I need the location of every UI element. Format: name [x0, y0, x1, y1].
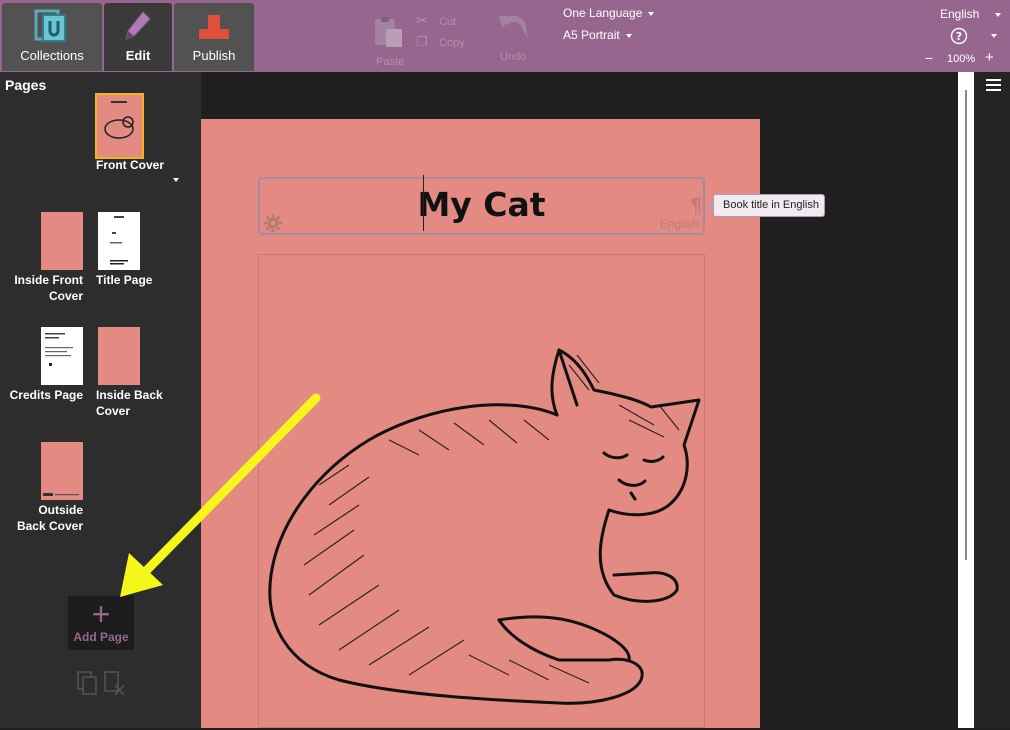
cover-image-container[interactable] [258, 254, 705, 728]
page-thumbnail-inside-front-cover[interactable]: Inside Front Cover [8, 212, 88, 307]
inside-front-cover-thumbnail-image [41, 212, 83, 270]
tab-collections[interactable]: Collections [2, 3, 102, 71]
book-title-field[interactable]: My Cat ¶ English [258, 175, 705, 235]
duplicate-page-icon[interactable] [77, 671, 99, 697]
page-label: Front Cover [96, 158, 165, 172]
zoom-level: 100% [947, 53, 976, 65]
page-footer-logos-icon [43, 493, 79, 496]
tab-publish[interactable]: Publish [174, 3, 254, 71]
undo-label: Undo [500, 51, 527, 63]
vertical-scrollbar-thumb[interactable] [965, 90, 967, 560]
ui-language-value: English [940, 7, 980, 21]
front-cover-thumbnail-image [95, 93, 144, 159]
copy-icon: ❐ [416, 34, 428, 49]
page-thumbnail-title-page[interactable]: Title Page [96, 212, 176, 307]
title-page-thumbnail-image [98, 212, 140, 270]
delete-page-icon[interactable] [104, 671, 126, 697]
top-toolbar: Collections Edit Publish Paste ✂ Cut ❐ C… [0, 0, 1010, 72]
page-text-lines-icon [45, 333, 73, 366]
cut-label: Cut [439, 16, 457, 28]
help-button[interactable]: ? [950, 27, 998, 48]
cut-button[interactable]: ✂ Cut [416, 12, 456, 29]
gear-icon[interactable] [263, 213, 283, 233]
pages-panel: Pages Front Cover Inside Front Cover Tit… [0, 72, 201, 728]
plus-icon: + [91, 596, 111, 632]
language-mode-dropdown[interactable]: One Language [563, 6, 655, 20]
book-title-text-wrap: My Cat [260, 175, 703, 231]
page-label: Credits Page [9, 388, 83, 402]
tab-collections-label: Collections [20, 48, 84, 63]
page-menu-chevron-icon[interactable] [173, 178, 179, 182]
pages-panel-title: Pages [5, 77, 47, 93]
bloom-editor-window: Collections Edit Publish Paste ✂ Cut ❐ C… [0, 0, 1010, 730]
add-page-button[interactable]: + Add Page [68, 596, 134, 650]
paragraph-icon: ¶ [690, 195, 702, 217]
current-page-front-cover: My Cat ¶ English [201, 119, 760, 728]
page-label: Inside Back Cover [96, 388, 163, 418]
page-thumbnail-credits-page[interactable]: Credits Page [8, 327, 88, 422]
paste-icon [375, 17, 402, 47]
collections-icon [34, 9, 66, 42]
publish-icon [199, 15, 229, 39]
page-thumbnail-front-cover[interactable]: Front Cover [95, 93, 196, 189]
paste-button[interactable] [372, 15, 406, 52]
title-language-tag: English [659, 217, 699, 231]
chevron-down-icon [991, 34, 998, 38]
zoom-out-button[interactable]: − [925, 50, 933, 66]
cut-icon: ✂ [416, 12, 428, 28]
text-cursor [423, 175, 424, 231]
page-text-lines-icon [110, 216, 128, 265]
undo-button[interactable] [495, 8, 531, 45]
language-mode-value: One Language [563, 6, 643, 20]
page-label: Title Page [96, 273, 153, 287]
page-size-value: A5 Portrait [563, 28, 620, 42]
hamburger-icon[interactable] [986, 79, 1001, 91]
right-tool-rail [974, 72, 1010, 728]
cat-illustration [268, 348, 701, 705]
tab-edit[interactable]: Edit [104, 3, 172, 71]
zoom-in-button[interactable]: + [985, 49, 994, 66]
pencil-icon [125, 11, 151, 40]
credits-page-thumbnail-image [41, 327, 83, 385]
chevron-down-icon [625, 33, 632, 38]
cat-thumbnail-icon [104, 101, 134, 139]
tab-publish-label: Publish [192, 48, 236, 63]
copy-label: Copy [439, 37, 465, 49]
book-title-tooltip: Book title in English [707, 194, 825, 217]
undo-icon [498, 15, 528, 38]
page-label: Inside Front Cover [14, 273, 83, 303]
help-icon: ? [950, 27, 968, 45]
inside-back-cover-thumbnail-image [98, 327, 140, 385]
tab-edit-label: Edit [125, 48, 151, 63]
paste-label: Paste [376, 56, 405, 68]
chevron-down-icon [648, 11, 655, 16]
chevron-down-icon [995, 12, 1002, 17]
page-thumbnail-inside-back-cover[interactable]: Inside Back Cover [96, 327, 176, 422]
copy-button[interactable]: ❐ Copy [416, 34, 465, 50]
page-thumbnail-outside-back-cover[interactable]: Outside Back Cover [8, 442, 88, 537]
page-editing-canvas: My Cat ¶ English [201, 72, 979, 728]
page-size-dropdown[interactable]: A5 Portrait [563, 28, 632, 42]
svg-text:?: ? [956, 30, 962, 43]
ui-language-dropdown[interactable]: English [940, 7, 1002, 21]
outside-back-cover-thumbnail-image [41, 442, 83, 500]
add-page-label: Add Page [73, 630, 129, 644]
page-label: Outside Back Cover [16, 503, 83, 533]
book-title-text: My Cat [417, 185, 546, 224]
